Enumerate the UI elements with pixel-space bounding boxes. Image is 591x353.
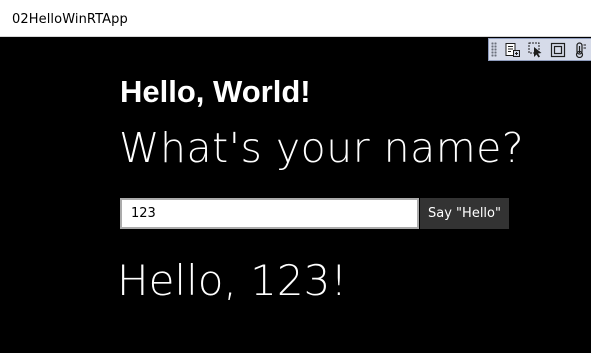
track-focus-icon[interactable] bbox=[571, 40, 591, 59]
title-bar[interactable]: 02HelloWinRTApp bbox=[0, 0, 591, 37]
say-hello-button[interactable]: Say "Hello" bbox=[420, 198, 509, 229]
go-to-live-visual-tree-icon[interactable] bbox=[503, 40, 523, 59]
page-heading: Hello, World! bbox=[120, 74, 311, 109]
xaml-debug-toolbar bbox=[488, 38, 591, 61]
select-element-icon[interactable] bbox=[526, 40, 546, 59]
display-layout-adorners-icon[interactable] bbox=[548, 40, 568, 59]
greeting-text: Hello, 123! bbox=[117, 256, 348, 305]
toolbar-grip[interactable] bbox=[491, 42, 497, 57]
name-input[interactable] bbox=[120, 198, 419, 229]
window-title: 02HelloWinRTApp bbox=[12, 12, 128, 27]
name-question: What's your name? bbox=[119, 124, 525, 172]
app-window: 02HelloWinRTApp Hello, World! What's you… bbox=[0, 0, 591, 353]
